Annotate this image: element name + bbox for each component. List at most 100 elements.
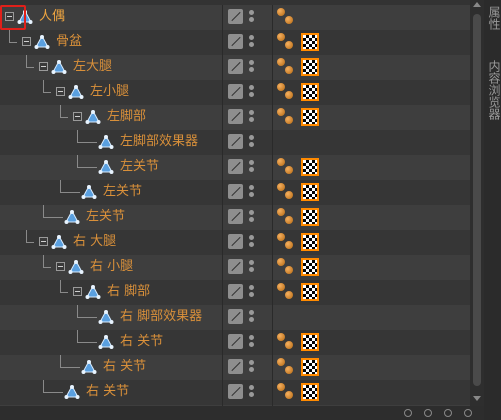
collapse-toggle-icon[interactable]	[39, 62, 48, 71]
ik-tag-icon[interactable]	[276, 107, 296, 127]
edit-visibility-icon[interactable]	[228, 109, 243, 124]
edit-visibility-icon[interactable]	[228, 159, 243, 174]
ik-tag-icon[interactable]	[276, 157, 296, 177]
visibility-dots-icon[interactable]	[249, 160, 254, 175]
edit-visibility-icon[interactable]	[228, 134, 243, 149]
collapse-toggle-icon[interactable]	[73, 287, 82, 296]
object-name[interactable]: 右 脚部	[107, 283, 150, 301]
tree-row[interactable]: 左关节	[0, 155, 470, 180]
checker-tag-icon[interactable]	[301, 333, 319, 351]
object-name[interactable]: 右 关节	[103, 358, 146, 376]
collapse-toggle-icon[interactable]	[22, 37, 31, 46]
object-name[interactable]: 左小腿	[90, 83, 129, 101]
tab-content-browser[interactable]: 内容浏览器	[486, 60, 501, 120]
checker-tag-icon[interactable]	[301, 58, 319, 76]
tree-row[interactable]: 左关节	[0, 205, 470, 230]
collapse-toggle-icon[interactable]	[73, 112, 82, 121]
vertical-scrollbar[interactable]	[470, 0, 484, 406]
object-name[interactable]: 右 小腿	[90, 258, 133, 276]
checker-tag-icon[interactable]	[301, 383, 319, 401]
visibility-dots-icon[interactable]	[249, 285, 254, 300]
checker-tag-icon[interactable]	[301, 158, 319, 176]
edit-visibility-icon[interactable]	[228, 384, 243, 399]
bottom-circle-icon[interactable]	[444, 409, 452, 417]
tree-row[interactable]: 左关节	[0, 180, 470, 205]
visibility-dots-icon[interactable]	[249, 85, 254, 100]
scroll-up-icon[interactable]	[473, 2, 481, 7]
tree-row[interactable]: 左脚部	[0, 105, 470, 130]
tree-row[interactable]: 右 大腿	[0, 230, 470, 255]
tab-attributes[interactable]: 属性	[486, 6, 501, 30]
object-name[interactable]: 右 脚部效果器	[120, 308, 202, 326]
tree-row[interactable]: 右 关节	[0, 355, 470, 380]
checker-tag-icon[interactable]	[301, 33, 319, 51]
ik-tag-icon[interactable]	[276, 32, 296, 52]
visibility-dots-icon[interactable]	[249, 60, 254, 75]
visibility-dots-icon[interactable]	[249, 210, 254, 225]
object-name[interactable]: 左关节	[103, 183, 142, 201]
checker-tag-icon[interactable]	[301, 183, 319, 201]
visibility-dots-icon[interactable]	[249, 335, 254, 350]
edit-visibility-icon[interactable]	[228, 359, 243, 374]
edit-visibility-icon[interactable]	[228, 34, 243, 49]
edit-visibility-icon[interactable]	[228, 259, 243, 274]
checker-tag-icon[interactable]	[301, 233, 319, 251]
object-name[interactable]: 左关节	[120, 158, 159, 176]
checker-tag-icon[interactable]	[301, 283, 319, 301]
object-name[interactable]: 左脚部效果器	[120, 133, 198, 151]
object-name[interactable]: 人偶	[39, 8, 65, 26]
checker-tag-icon[interactable]	[301, 83, 319, 101]
object-name[interactable]: 右 关节	[120, 333, 163, 351]
visibility-dots-icon[interactable]	[249, 135, 254, 150]
edit-visibility-icon[interactable]	[228, 234, 243, 249]
checker-tag-icon[interactable]	[301, 258, 319, 276]
bottom-circle-icon[interactable]	[464, 409, 472, 417]
object-name[interactable]: 左大腿	[73, 58, 112, 76]
tree-row[interactable]: 右 关节	[0, 380, 470, 405]
edit-visibility-icon[interactable]	[228, 309, 243, 324]
ik-tag-icon[interactable]	[276, 332, 296, 352]
scroll-down-icon[interactable]	[473, 396, 481, 401]
visibility-dots-icon[interactable]	[249, 35, 254, 50]
checker-tag-icon[interactable]	[301, 108, 319, 126]
tree-row[interactable]: 右 小腿	[0, 255, 470, 280]
edit-visibility-icon[interactable]	[228, 209, 243, 224]
visibility-dots-icon[interactable]	[249, 260, 254, 275]
collapse-toggle-icon[interactable]	[39, 237, 48, 246]
checker-tag-icon[interactable]	[301, 208, 319, 226]
visibility-dots-icon[interactable]	[249, 110, 254, 125]
edit-visibility-icon[interactable]	[228, 184, 243, 199]
collapse-toggle-icon[interactable]	[56, 87, 65, 96]
checker-tag-icon[interactable]	[301, 358, 319, 376]
edit-visibility-icon[interactable]	[228, 84, 243, 99]
tree-row[interactable]: 骨盆	[0, 30, 470, 55]
object-name[interactable]: 左脚部	[107, 108, 146, 126]
tree-row[interactable]: 左大腿	[0, 55, 470, 80]
object-name[interactable]: 骨盆	[56, 33, 82, 51]
ik-tag-icon[interactable]	[276, 282, 296, 302]
tree-row[interactable]: 右 脚部	[0, 280, 470, 305]
visibility-dots-icon[interactable]	[249, 360, 254, 375]
visibility-dots-icon[interactable]	[249, 235, 254, 250]
ik-tag-icon[interactable]	[276, 232, 296, 252]
collapse-toggle-icon[interactable]	[56, 262, 65, 271]
visibility-dots-icon[interactable]	[249, 385, 254, 400]
visibility-dots-icon[interactable]	[249, 310, 254, 325]
ik-tag-icon[interactable]	[276, 7, 296, 27]
tree-row[interactable]: 人偶	[0, 5, 470, 30]
scrollbar-thumb[interactable]	[473, 14, 481, 386]
ik-tag-icon[interactable]	[276, 257, 296, 277]
ik-tag-icon[interactable]	[276, 382, 296, 402]
tree-row[interactable]: 右 脚部效果器	[0, 305, 470, 330]
ik-tag-icon[interactable]	[276, 182, 296, 202]
tree-row[interactable]: 左小腿	[0, 80, 470, 105]
bottom-circle-icon[interactable]	[404, 409, 412, 417]
object-name[interactable]: 左关节	[86, 208, 125, 226]
edit-visibility-icon[interactable]	[228, 334, 243, 349]
object-name[interactable]: 右 大腿	[73, 233, 116, 251]
edit-visibility-icon[interactable]	[228, 284, 243, 299]
tree-row[interactable]: 左脚部效果器	[0, 130, 470, 155]
bottom-circle-icon[interactable]	[424, 409, 432, 417]
ik-tag-icon[interactable]	[276, 207, 296, 227]
ik-tag-icon[interactable]	[276, 357, 296, 377]
